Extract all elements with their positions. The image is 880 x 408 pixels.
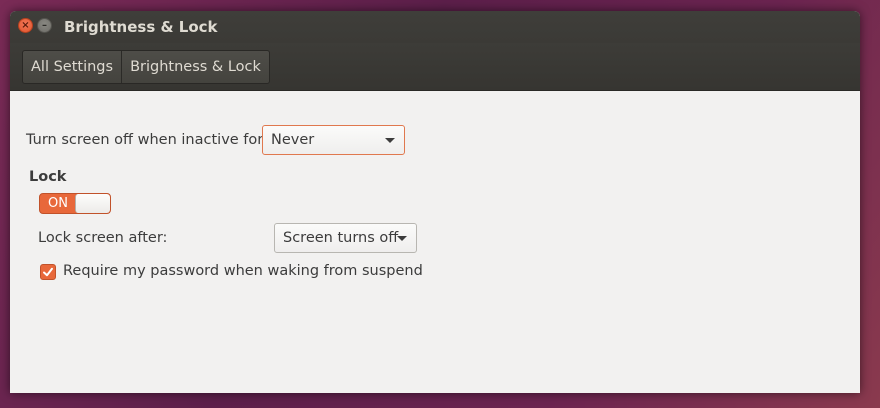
lock-after-dropdown[interactable]: Screen turns off <box>274 223 417 253</box>
lock-after-selected-value: Screen turns off <box>283 230 399 246</box>
breadcrumb-brightness-lock[interactable]: Brightness & Lock <box>122 51 269 83</box>
lock-section-title: Lock <box>29 169 67 185</box>
lock-toggle-label: ON <box>48 196 68 211</box>
toolbar: All Settings Brightness & Lock <box>10 43 860 91</box>
dropdown-arrow-icon <box>397 236 407 241</box>
close-window-button[interactable]: × <box>18 18 33 33</box>
require-password-checkbox[interactable] <box>40 264 56 280</box>
dropdown-arrow-icon <box>385 138 395 143</box>
title-bar: × – Brightness & Lock <box>10 11 860 43</box>
lock-after-label: Lock screen after: <box>38 230 168 246</box>
window-title: Brightness & Lock <box>64 18 218 36</box>
breadcrumb: All Settings Brightness & Lock <box>22 50 270 84</box>
close-icon: × <box>21 19 30 31</box>
screen-off-selected-value: Never <box>271 132 315 148</box>
settings-window: × – Brightness & Lock All Settings Brigh… <box>10 11 860 393</box>
screen-off-dropdown[interactable]: Never <box>262 125 405 155</box>
settings-content: Turn screen off when inactive for: Never… <box>10 91 860 393</box>
minimize-window-button[interactable]: – <box>37 18 52 33</box>
checkmark-icon <box>43 267 53 277</box>
minimize-icon: – <box>42 19 47 31</box>
breadcrumb-all-settings[interactable]: All Settings <box>23 51 123 83</box>
toggle-knob <box>75 194 110 213</box>
screen-off-label: Turn screen off when inactive for: <box>26 132 268 148</box>
require-password-label: Require my password when waking from sus… <box>63 263 423 279</box>
lock-toggle-switch[interactable]: ON <box>39 193 111 214</box>
